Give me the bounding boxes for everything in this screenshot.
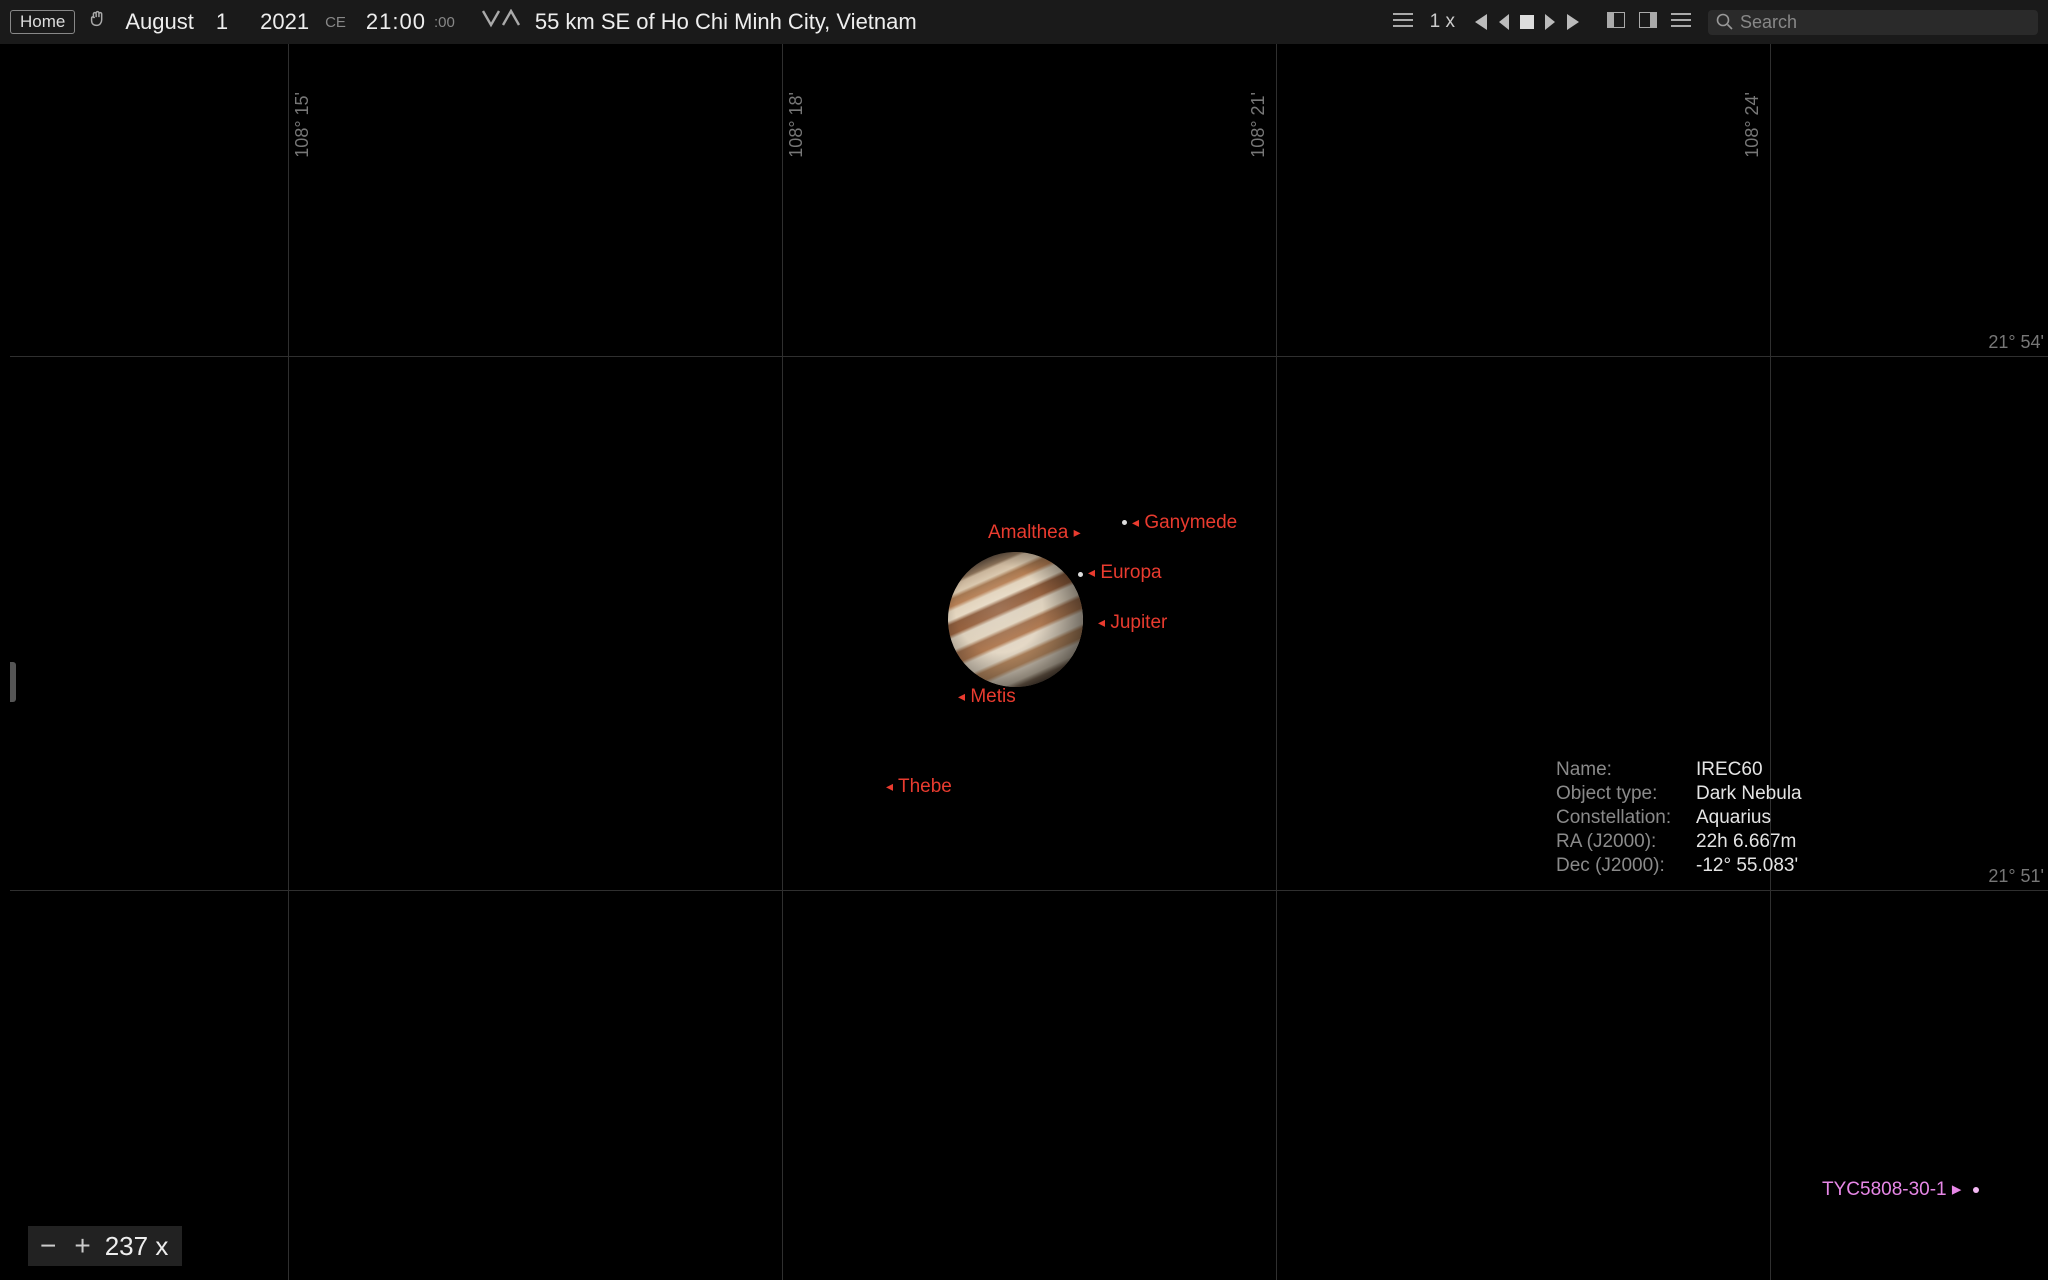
zoom-level-label: 237 x — [105, 1231, 169, 1262]
panel-left-icon[interactable] — [1607, 11, 1625, 34]
grid-label-ra: 108° 21' — [1248, 92, 1269, 158]
europa-dot[interactable] — [1078, 572, 1083, 577]
menu2-icon[interactable] — [1671, 11, 1691, 34]
grid-label-ra: 108° 18' — [786, 92, 807, 158]
search-input[interactable] — [1740, 12, 2030, 33]
info-key-name: Name: — [1556, 758, 1696, 782]
sky-view[interactable]: 108° 15' 108° 18' 108° 21' 108° 24' 21° … — [10, 44, 2048, 1280]
info-key-dec: Dec (J2000): — [1556, 854, 1696, 878]
gridline-horizontal — [10, 356, 2048, 357]
skip-back-button[interactable] — [1469, 14, 1491, 30]
step-forward-button[interactable] — [1541, 14, 1559, 30]
info-val-name: IREC60 — [1696, 758, 1763, 782]
search-box[interactable] — [1708, 10, 2038, 35]
info-val-constellation: Aquarius — [1696, 806, 1771, 830]
object-info-panel: Name:IREC60 Object type:Dark Nebula Cons… — [1556, 758, 1802, 878]
thebe-label[interactable]: ◂ Thebe — [886, 776, 952, 798]
europa-label[interactable]: ◂ Europa — [1088, 562, 1162, 584]
gridline-vertical — [782, 44, 783, 1280]
star-dot — [1973, 1187, 1979, 1193]
top-toolbar: Home August 1 2021 CE 21:00 :00 55 km SE … — [0, 0, 2048, 44]
panel-right-icon[interactable] — [1639, 11, 1657, 34]
info-val-dec: -12° 55.083' — [1696, 854, 1798, 878]
menu-icon[interactable] — [1393, 11, 1413, 34]
jupiter-label[interactable]: ◂ Jupiter — [1098, 612, 1167, 634]
date-year[interactable]: 2021 — [260, 9, 309, 35]
playback-controls — [1469, 14, 1585, 30]
pan-hand-icon[interactable] — [87, 8, 109, 36]
info-val-ra: 22h 6.667m — [1696, 830, 1796, 854]
grid-label-dec: 21° 54' — [1988, 332, 2044, 353]
grid-label-ra: 108° 15' — [292, 92, 313, 158]
info-key-type: Object type: — [1556, 782, 1696, 806]
stop-button[interactable] — [1517, 14, 1537, 30]
gridline-horizontal — [10, 890, 2048, 891]
info-key-ra: RA (J2000): — [1556, 830, 1696, 854]
time-step-chevrons[interactable] — [481, 9, 521, 35]
date-month[interactable]: August — [125, 9, 194, 35]
location-label[interactable]: 55 km SE of Ho Chi Minh City, Vietnam — [535, 9, 917, 35]
date-day[interactable]: 1 — [216, 9, 228, 35]
info-key-constellation: Constellation: — [1556, 806, 1696, 830]
search-icon — [1716, 13, 1734, 31]
side-handle[interactable] — [10, 662, 16, 702]
jupiter-disk[interactable] — [926, 530, 1104, 708]
zoom-in-button[interactable]: + — [70, 1230, 94, 1262]
amalthea-label[interactable]: Amalthea ▸ — [988, 522, 1081, 544]
step-back-button[interactable] — [1495, 14, 1513, 30]
grid-label-ra: 108° 24' — [1742, 92, 1763, 158]
gridline-vertical — [1770, 44, 1771, 1280]
star-label[interactable]: TYC5808-30-1 ▸ — [1822, 1178, 1979, 1201]
grid-label-dec: 21° 51' — [1988, 866, 2044, 887]
ganymede-dot[interactable] — [1122, 520, 1127, 525]
home-button[interactable]: Home — [10, 10, 75, 34]
metis-label[interactable]: ◂ Metis — [958, 686, 1016, 708]
zoom-indicator: − + 237 x — [28, 1226, 182, 1266]
gridline-vertical — [1276, 44, 1277, 1280]
gridline-vertical — [288, 44, 289, 1280]
time-seconds[interactable]: :00 — [434, 14, 455, 31]
date-era: CE — [325, 14, 346, 31]
skip-forward-button[interactable] — [1563, 14, 1585, 30]
time-hours-minutes[interactable]: 21:00 — [366, 9, 426, 35]
ganymede-label[interactable]: ◂ Ganymede — [1132, 512, 1237, 534]
info-val-type: Dark Nebula — [1696, 782, 1802, 806]
time-speed-label[interactable]: 1 x — [1430, 11, 1455, 33]
zoom-out-button[interactable]: − — [36, 1230, 60, 1262]
